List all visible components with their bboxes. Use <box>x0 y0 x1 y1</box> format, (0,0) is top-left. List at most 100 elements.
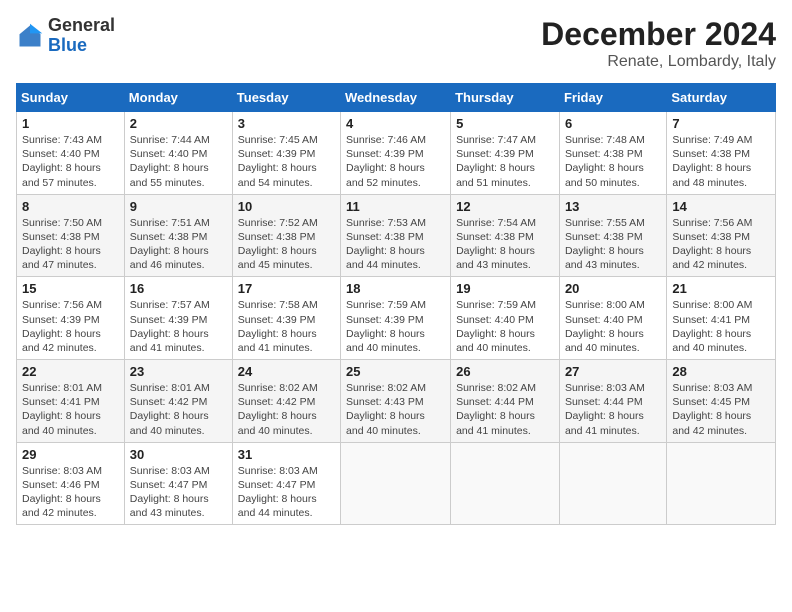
day-detail: Sunrise: 8:00 AMSunset: 4:40 PMDaylight:… <box>565 298 661 355</box>
day-cell <box>451 442 560 525</box>
day-detail: Sunrise: 8:02 AMSunset: 4:44 PMDaylight:… <box>456 381 554 438</box>
logo-text: General Blue <box>48 16 115 56</box>
day-detail: Sunrise: 7:54 AMSunset: 4:38 PMDaylight:… <box>456 216 554 273</box>
day-detail: Sunrise: 7:51 AMSunset: 4:38 PMDaylight:… <box>130 216 227 273</box>
day-cell: 25 Sunrise: 8:02 AMSunset: 4:43 PMDayligh… <box>341 360 451 443</box>
day-cell: 2Sunrise: 7:44 AMSunset: 4:40 PMDaylight… <box>124 112 232 195</box>
day-detail: Sunrise: 8:02 AMSunset: 4:42 PMDaylight:… <box>238 381 335 438</box>
day-cell: 27Sunrise: 8:03 AMSunset: 4:44 PMDayligh… <box>559 360 666 443</box>
day-number: 11 <box>346 199 445 214</box>
day-number: 18 <box>346 281 445 296</box>
day-cell: 30 Sunrise: 8:03 AMSunset: 4:47 PMDayligh… <box>124 442 232 525</box>
day-detail: Sunrise: 7:49 AMSunset: 4:38 PMDaylight:… <box>672 133 770 190</box>
day-number: 3 <box>238 116 335 131</box>
logo: General Blue <box>16 16 115 56</box>
day-detail: Sunrise: 7:57 AMSunset: 4:39 PMDaylight:… <box>130 298 227 355</box>
day-number: 28 <box>672 364 770 379</box>
day-number: 21 <box>672 281 770 296</box>
day-number: 17 <box>238 281 335 296</box>
day-detail: Sunrise: 7:45 AMSunset: 4:39 PMDaylight:… <box>238 133 335 190</box>
day-cell: 8 Sunrise: 7:50 AMSunset: 4:38 PMDaylight… <box>17 194 125 277</box>
day-number: 7 <box>672 116 770 131</box>
day-cell: 19Sunrise: 7:59 AMSunset: 4:40 PMDayligh… <box>451 277 560 360</box>
title-area: December 2024 Renate, Lombardy, Italy <box>541 16 776 71</box>
day-number: 5 <box>456 116 554 131</box>
calendar-table: SundayMondayTuesdayWednesdayThursdayFrid… <box>16 83 776 525</box>
day-cell: 20 Sunrise: 8:00 AMSunset: 4:40 PMDayligh… <box>559 277 666 360</box>
day-number: 29 <box>22 447 119 462</box>
location: Renate, Lombardy, Italy <box>541 53 776 71</box>
logo-blue: Blue <box>48 36 115 56</box>
day-cell: 16 Sunrise: 7:57 AMSunset: 4:39 PMDayligh… <box>124 277 232 360</box>
column-header-monday: Monday <box>124 84 232 112</box>
day-detail: Sunrise: 7:55 AMSunset: 4:38 PMDaylight:… <box>565 216 661 273</box>
day-number: 26 <box>456 364 554 379</box>
week-row-5: 29Sunrise: 8:03 AMSunset: 4:46 PMDayligh… <box>17 442 776 525</box>
day-detail: Sunrise: 7:47 AMSunset: 4:39 PMDaylight:… <box>456 133 554 190</box>
week-row-2: 8 Sunrise: 7:50 AMSunset: 4:38 PMDaylight… <box>17 194 776 277</box>
day-cell: 22 Sunrise: 8:01 AMSunset: 4:41 PMDayligh… <box>17 360 125 443</box>
day-cell: 21 Sunrise: 8:00 AMSunset: 4:41 PMDayligh… <box>667 277 776 360</box>
day-number: 6 <box>565 116 661 131</box>
day-detail: Sunrise: 8:02 AMSunset: 4:43 PMDaylight:… <box>346 381 445 438</box>
day-detail: Sunrise: 7:48 AMSunset: 4:38 PMDaylight:… <box>565 133 661 190</box>
day-number: 31 <box>238 447 335 462</box>
calendar-body: 1 Sunrise: 7:43 AMSunset: 4:40 PMDaylight… <box>17 112 776 525</box>
day-number: 22 <box>22 364 119 379</box>
day-detail: Sunrise: 7:56 AMSunset: 4:38 PMDaylight:… <box>672 216 770 273</box>
column-header-sunday: Sunday <box>17 84 125 112</box>
day-detail: Sunrise: 7:59 AMSunset: 4:40 PMDaylight:… <box>456 298 554 355</box>
day-detail: Sunrise: 8:01 AMSunset: 4:41 PMDaylight:… <box>22 381 119 438</box>
day-number: 12 <box>456 199 554 214</box>
day-number: 2 <box>130 116 227 131</box>
day-detail: Sunrise: 7:58 AMSunset: 4:39 PMDaylight:… <box>238 298 335 355</box>
day-number: 23 <box>130 364 227 379</box>
day-number: 25 <box>346 364 445 379</box>
day-cell: 10 Sunrise: 7:52 AMSunset: 4:38 PMDayligh… <box>232 194 340 277</box>
day-number: 1 <box>22 116 119 131</box>
day-detail: Sunrise: 7:53 AMSunset: 4:38 PMDaylight:… <box>346 216 445 273</box>
day-cell: 24 Sunrise: 8:02 AMSunset: 4:42 PMDayligh… <box>232 360 340 443</box>
day-number: 27 <box>565 364 661 379</box>
day-cell: 7 Sunrise: 7:49 AMSunset: 4:38 PMDaylight… <box>667 112 776 195</box>
column-header-friday: Friday <box>559 84 666 112</box>
day-cell <box>341 442 451 525</box>
day-cell: 31Sunrise: 8:03 AMSunset: 4:47 PMDayligh… <box>232 442 340 525</box>
day-cell: 3 Sunrise: 7:45 AMSunset: 4:39 PMDaylight… <box>232 112 340 195</box>
day-cell: 15Sunrise: 7:56 AMSunset: 4:39 PMDayligh… <box>17 277 125 360</box>
day-cell: 14 Sunrise: 7:56 AMSunset: 4:38 PMDayligh… <box>667 194 776 277</box>
day-cell: 29Sunrise: 8:03 AMSunset: 4:46 PMDayligh… <box>17 442 125 525</box>
day-detail: Sunrise: 7:46 AMSunset: 4:39 PMDaylight:… <box>346 133 445 190</box>
day-detail: Sunrise: 7:52 AMSunset: 4:38 PMDaylight:… <box>238 216 335 273</box>
month-title: December 2024 <box>541 16 776 53</box>
day-number: 15 <box>22 281 119 296</box>
day-cell: 28 Sunrise: 8:03 AMSunset: 4:45 PMDayligh… <box>667 360 776 443</box>
day-number: 8 <box>22 199 119 214</box>
day-cell: 18 Sunrise: 7:59 AMSunset: 4:39 PMDayligh… <box>341 277 451 360</box>
day-number: 14 <box>672 199 770 214</box>
day-cell <box>667 442 776 525</box>
day-detail: Sunrise: 8:03 AMSunset: 4:45 PMDaylight:… <box>672 381 770 438</box>
day-detail: Sunrise: 7:59 AMSunset: 4:39 PMDaylight:… <box>346 298 445 355</box>
day-detail: Sunrise: 8:00 AMSunset: 4:41 PMDaylight:… <box>672 298 770 355</box>
header: General Blue December 2024 Renate, Lomba… <box>16 16 776 71</box>
day-cell: 12 Sunrise: 7:54 AMSunset: 4:38 PMDayligh… <box>451 194 560 277</box>
logo-general: General <box>48 16 115 36</box>
day-number: 13 <box>565 199 661 214</box>
day-number: 16 <box>130 281 227 296</box>
day-detail: Sunrise: 7:43 AMSunset: 4:40 PMDaylight:… <box>22 133 119 190</box>
header-row: SundayMondayTuesdayWednesdayThursdayFrid… <box>17 84 776 112</box>
day-detail: Sunrise: 8:01 AMSunset: 4:42 PMDaylight:… <box>130 381 227 438</box>
day-cell: 4Sunrise: 7:46 AMSunset: 4:39 PMDaylight… <box>341 112 451 195</box>
day-number: 30 <box>130 447 227 462</box>
column-header-wednesday: Wednesday <box>341 84 451 112</box>
day-cell: 5 Sunrise: 7:47 AMSunset: 4:39 PMDaylight… <box>451 112 560 195</box>
day-number: 10 <box>238 199 335 214</box>
day-detail: Sunrise: 8:03 AMSunset: 4:47 PMDaylight:… <box>130 464 227 521</box>
day-number: 24 <box>238 364 335 379</box>
day-cell: 13 Sunrise: 7:55 AMSunset: 4:38 PMDayligh… <box>559 194 666 277</box>
column-header-saturday: Saturday <box>667 84 776 112</box>
column-header-thursday: Thursday <box>451 84 560 112</box>
day-number: 20 <box>565 281 661 296</box>
day-detail: Sunrise: 7:50 AMSunset: 4:38 PMDaylight:… <box>22 216 119 273</box>
